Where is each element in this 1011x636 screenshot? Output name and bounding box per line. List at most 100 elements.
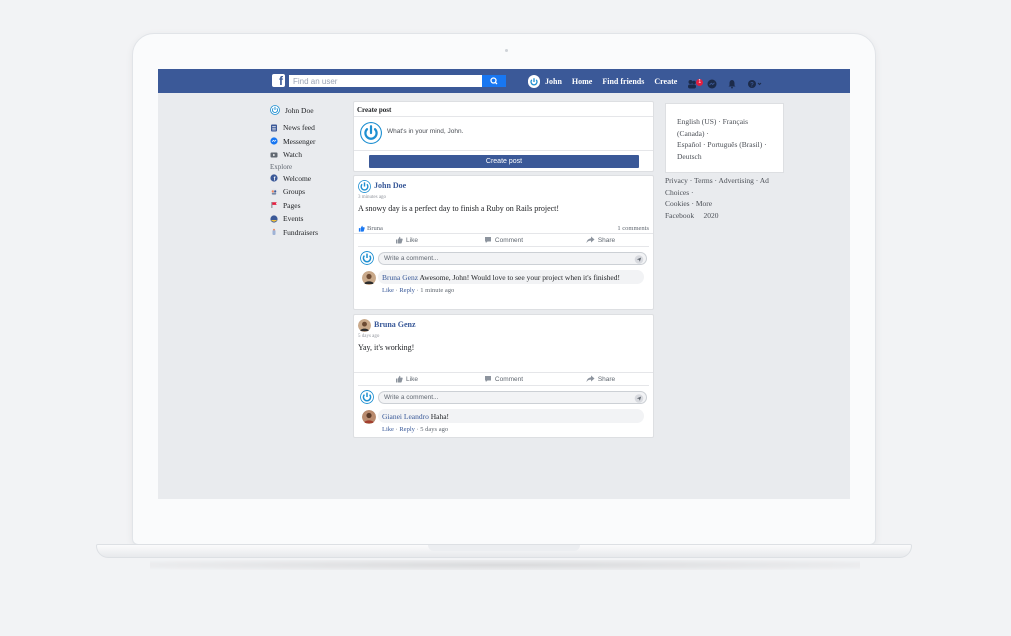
friend-requests-badge: 1 — [696, 79, 704, 86]
post-author-link[interactable]: Bruna Genz — [374, 320, 416, 329]
comment-bubble: Gianei Leandro Haha! — [378, 409, 644, 423]
help-menu-icon[interactable]: ? — [747, 76, 763, 88]
user-avatar[interactable] — [528, 75, 540, 88]
post-likes[interactable]: Bruna — [358, 225, 383, 232]
comment-button[interactable]: Comment — [455, 373, 552, 385]
sidebar-item-label: Pages — [283, 200, 301, 210]
footer-link-row[interactable]: Cookies · More — [665, 198, 785, 210]
groups-icon — [270, 188, 278, 196]
post-card: Bruna Genz 5 days ago Yay, it's working!… — [353, 314, 654, 438]
post-author-link[interactable]: John Doe — [374, 181, 406, 190]
friend-requests-icon[interactable]: 1 — [687, 76, 704, 89]
post-actions: Like Comment Share — [358, 234, 649, 247]
share-button[interactable]: Share — [552, 373, 649, 385]
power-avatar-icon — [360, 122, 382, 144]
post-actions: Like Comment Share — [358, 373, 649, 386]
share-label: Share — [597, 236, 616, 244]
comment-time: 5 days ago — [420, 426, 449, 433]
create-post-body — [354, 117, 653, 151]
comment-button[interactable]: Comment — [455, 234, 552, 246]
sidebar-item-profile[interactable]: John Doe — [270, 103, 350, 117]
comment-reply-link[interactable]: Reply — [399, 426, 415, 433]
like-button[interactable]: Like — [358, 234, 455, 246]
post-timestamp: 5 days ago — [358, 334, 380, 339]
sidebar-item-welcome[interactable]: f Welcome — [270, 172, 350, 186]
top-navbar: f John Home Find friends Create 1 — [158, 69, 850, 93]
avatar — [362, 271, 376, 285]
create-post-input[interactable] — [387, 128, 637, 135]
comment-author-link[interactable]: Gianei Leandro — [382, 412, 429, 421]
comment-like-link[interactable]: Like — [382, 426, 394, 433]
comment-icon — [484, 237, 491, 243]
nav-profile-link[interactable]: John — [545, 77, 562, 86]
notifications-bell-icon[interactable] — [727, 76, 737, 89]
footer-links: Privacy · Terms · Advertising · Ad Choic… — [665, 175, 785, 221]
avatar — [358, 319, 371, 332]
language-links[interactable]: Español · Português (Brasil) · Deutsch — [677, 139, 772, 162]
nav-home-link[interactable]: Home — [572, 77, 592, 86]
sidebar-item-label: Groups — [283, 187, 306, 197]
app-screen: f John Home Find friends Create 1 — [158, 69, 850, 499]
facebook-logo-icon[interactable]: f — [272, 74, 285, 88]
thumbs-up-icon — [396, 236, 403, 244]
svg-text:f: f — [274, 177, 276, 182]
watch-icon — [270, 152, 278, 158]
send-icon[interactable] — [634, 255, 644, 264]
power-avatar-icon — [360, 390, 374, 404]
comment-author-link[interactable]: Bruna Genz — [382, 273, 418, 282]
like-button[interactable]: Like — [358, 373, 455, 385]
thumbs-up-icon — [396, 375, 403, 383]
messenger-nav-icon[interactable] — [707, 76, 717, 89]
sidebar-explore-heading: Explore — [270, 162, 293, 171]
like-label: Like — [406, 375, 418, 383]
create-post-button[interactable]: Create post — [369, 155, 639, 168]
comment-item: Gianei Leandro Haha! Like · Reply · 5 da… — [354, 408, 653, 438]
comment-like-link[interactable]: Like — [382, 287, 394, 294]
like-label: Like — [406, 236, 418, 244]
laptop-shadow — [150, 560, 860, 570]
comment-meta: Like · Reply · 1 minute ago — [382, 287, 455, 294]
nav-find-friends-link[interactable]: Find friends — [602, 77, 644, 86]
share-label: Share — [597, 375, 616, 383]
sidebar-item-fundraisers[interactable]: Fundraisers — [270, 226, 350, 240]
user-search-input[interactable] — [289, 75, 482, 87]
laptop-camera — [505, 49, 508, 52]
comment-input[interactable] — [378, 252, 647, 265]
share-button[interactable]: Share — [552, 234, 649, 246]
sidebar-item-groups[interactable]: Groups — [270, 185, 350, 199]
language-links[interactable]: English (US) · Français (Canada) · — [677, 116, 772, 139]
post-timestamp: 3 minutes ago — [358, 195, 387, 200]
comment-reply-link[interactable]: Reply — [399, 287, 415, 294]
sidebar-item-messenger[interactable]: Messenger — [270, 135, 350, 149]
comments-count[interactable]: 1 comments — [617, 225, 649, 232]
language-selector: English (US) · Français (Canada) · Españ… — [665, 103, 784, 173]
power-avatar-icon — [270, 105, 280, 115]
send-icon[interactable] — [634, 394, 644, 403]
share-icon — [586, 375, 595, 382]
search-icon — [490, 77, 498, 85]
avatar — [362, 410, 376, 424]
comment-text: Haha! — [430, 412, 450, 421]
sidebar-item-events[interactable]: Events — [270, 212, 350, 226]
sidebar-item-news-feed[interactable]: News feed — [270, 121, 350, 135]
comment-text: Awesome, John! Would love to see your pr… — [419, 273, 621, 282]
comment-composer — [354, 247, 653, 269]
nav-create-link[interactable]: Create — [654, 77, 677, 86]
power-avatar-icon — [358, 180, 371, 193]
events-icon — [270, 215, 278, 223]
fundraisers-icon — [272, 228, 276, 236]
comment-composer — [354, 386, 653, 408]
pages-icon — [271, 202, 277, 209]
power-avatar-icon — [528, 76, 540, 88]
post-stats — [354, 364, 653, 373]
post-text: A snowy day is a perfect day to finish a… — [358, 204, 560, 213]
post-stats: Bruna 1 comments — [354, 225, 653, 234]
footer-link-row[interactable]: Privacy · Terms · Advertising · Ad Choic… — [665, 175, 785, 198]
post-card: John Doe 3 minutes ago A snowy day is a … — [353, 175, 654, 310]
comment-input[interactable] — [378, 391, 647, 404]
post-header: John Doe 3 minutes ago — [354, 176, 653, 204]
search-button[interactable] — [482, 75, 506, 87]
sidebar-item-watch[interactable]: Watch — [270, 148, 350, 162]
thumbs-up-icon — [358, 225, 365, 232]
sidebar-item-pages[interactable]: Pages — [270, 199, 350, 213]
